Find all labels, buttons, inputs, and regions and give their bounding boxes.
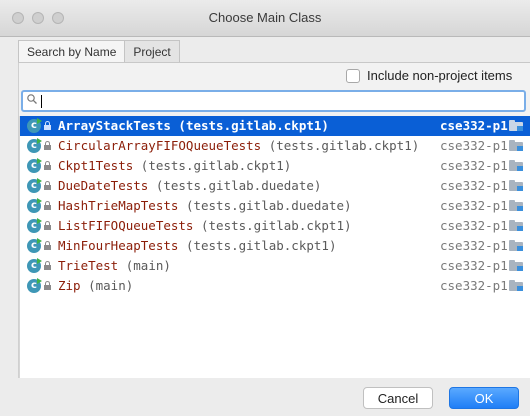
list-item[interactable]: c Zip (main) cse332-p1 bbox=[20, 276, 530, 296]
class-name: DueDateTests (tests.gitlab.duedate) bbox=[58, 178, 321, 193]
run-marker-icon bbox=[37, 158, 42, 164]
module-folder-icon bbox=[509, 180, 523, 191]
module-name: cse332-p1 bbox=[440, 138, 508, 153]
package-name: (tests.gitlab.ckpt1) bbox=[178, 118, 329, 133]
lock-icon bbox=[44, 201, 51, 210]
package-name: (tests.gitlab.duedate) bbox=[185, 198, 352, 213]
window-title: Choose Main Class bbox=[208, 10, 322, 25]
run-marker-icon bbox=[37, 198, 42, 204]
module-folder-icon bbox=[509, 220, 523, 231]
class-name-text: TrieTest bbox=[58, 258, 119, 273]
tab-search-by-name[interactable]: Search by Name bbox=[18, 40, 126, 62]
module-folder-icon bbox=[509, 120, 523, 131]
lock-icon bbox=[44, 121, 51, 130]
include-non-project-label: Include non-project items bbox=[367, 68, 513, 83]
module-name: cse332-p1 bbox=[440, 178, 508, 193]
tab-project[interactable]: Project bbox=[125, 40, 180, 62]
run-marker-icon bbox=[37, 118, 42, 124]
results-list[interactable]: c ArrayStackTests (tests.gitlab.ckpt1) cse… bbox=[19, 116, 530, 378]
list-item[interactable]: c DueDateTests (tests.gitlab.duedate) cse3… bbox=[20, 176, 530, 196]
class-name-text: CircularArrayFIFOQueueTests bbox=[58, 138, 262, 153]
run-marker-icon bbox=[37, 278, 42, 284]
run-marker-icon bbox=[37, 218, 42, 224]
class-name-text: Zip bbox=[58, 278, 81, 293]
list-item[interactable]: c CircularArrayFIFOQueueTests (tests.gitl… bbox=[20, 136, 530, 156]
module-name: cse332-p1 bbox=[440, 238, 508, 253]
tab-bar: Search by Name Project bbox=[18, 38, 530, 63]
list-item[interactable]: c MinFourHeapTests (tests.gitlab.ckpt1) cs… bbox=[20, 236, 530, 256]
lock-icon bbox=[44, 181, 51, 190]
package-name: (tests.gitlab.ckpt1) bbox=[268, 138, 420, 153]
module-name: cse332-p1 bbox=[440, 258, 508, 273]
class-name: CircularArrayFIFOQueueTests (tests.gitla… bbox=[58, 138, 419, 153]
class-name: MinFourHeapTests (tests.gitlab.ckpt1) bbox=[58, 238, 336, 253]
list-item[interactable]: c TrieTest (main) cse332-p1 bbox=[20, 256, 530, 276]
class-name-text: DueDateTests bbox=[58, 178, 149, 193]
title-bar: Choose Main Class bbox=[0, 0, 530, 37]
lock-icon bbox=[44, 281, 51, 290]
lock-icon bbox=[44, 161, 51, 170]
class-name-text: HashTrieMapTests bbox=[58, 198, 179, 213]
run-marker-icon bbox=[37, 178, 42, 184]
list-item[interactable]: c HashTrieMapTests (tests.gitlab.duedate)… bbox=[20, 196, 530, 216]
module-name: cse332-p1 bbox=[440, 118, 508, 133]
run-marker-icon bbox=[37, 238, 42, 244]
class-name: ListFIFOQueueTests (tests.gitlab.ckpt1) bbox=[58, 218, 352, 233]
module-folder-icon bbox=[509, 240, 523, 251]
package-name: (tests.gitlab.ckpt1) bbox=[201, 218, 352, 233]
package-name: (tests.gitlab.ckpt1) bbox=[185, 238, 337, 253]
class-name: ArrayStackTests (tests.gitlab.ckpt1) bbox=[58, 118, 329, 133]
ok-button[interactable]: OK bbox=[449, 387, 519, 409]
module-folder-icon bbox=[509, 260, 523, 271]
class-name: HashTrieMapTests (tests.gitlab.duedate) bbox=[58, 198, 352, 213]
list-item[interactable]: c ArrayStackTests (tests.gitlab.ckpt1) cse… bbox=[20, 116, 530, 136]
search-icon bbox=[27, 94, 37, 104]
run-marker-icon bbox=[37, 258, 42, 264]
class-name: TrieTest (main) bbox=[58, 258, 171, 273]
package-name: (tests.gitlab.duedate) bbox=[155, 178, 322, 193]
module-name: cse332-p1 bbox=[440, 158, 508, 173]
module-folder-icon bbox=[509, 200, 523, 211]
package-name: (main) bbox=[125, 258, 171, 273]
text-caret bbox=[41, 95, 42, 108]
module-name: cse332-p1 bbox=[440, 218, 508, 233]
include-non-project-option[interactable]: Include non-project items bbox=[346, 68, 512, 83]
include-non-project-checkbox[interactable] bbox=[346, 68, 360, 83]
module-folder-icon bbox=[509, 140, 523, 151]
lock-icon bbox=[44, 261, 51, 270]
run-marker-icon bbox=[37, 138, 42, 144]
lock-icon bbox=[44, 221, 51, 230]
class-name-text: MinFourHeapTests bbox=[58, 238, 179, 253]
search-input[interactable] bbox=[21, 90, 526, 112]
class-name: Ckpt1Tests (tests.gitlab.ckpt1) bbox=[58, 158, 291, 173]
lock-icon bbox=[44, 141, 51, 150]
cancel-button[interactable]: Cancel bbox=[363, 387, 433, 409]
class-name-text: ArrayStackTests bbox=[58, 118, 171, 133]
class-name: Zip (main) bbox=[58, 278, 133, 293]
class-name-text: ListFIFOQueueTests bbox=[58, 218, 194, 233]
package-name: (main) bbox=[88, 278, 134, 293]
module-folder-icon bbox=[509, 160, 523, 171]
class-name-text: Ckpt1Tests bbox=[58, 158, 134, 173]
lock-icon bbox=[44, 241, 51, 250]
module-name: cse332-p1 bbox=[440, 198, 508, 213]
module-folder-icon bbox=[509, 280, 523, 291]
list-item[interactable]: c Ckpt1Tests (tests.gitlab.ckpt1) cse332-p… bbox=[20, 156, 530, 176]
package-name: (tests.gitlab.ckpt1) bbox=[140, 158, 292, 173]
module-name: cse332-p1 bbox=[440, 278, 508, 293]
list-item[interactable]: c ListFIFOQueueTests (tests.gitlab.ckpt1)… bbox=[20, 216, 530, 236]
